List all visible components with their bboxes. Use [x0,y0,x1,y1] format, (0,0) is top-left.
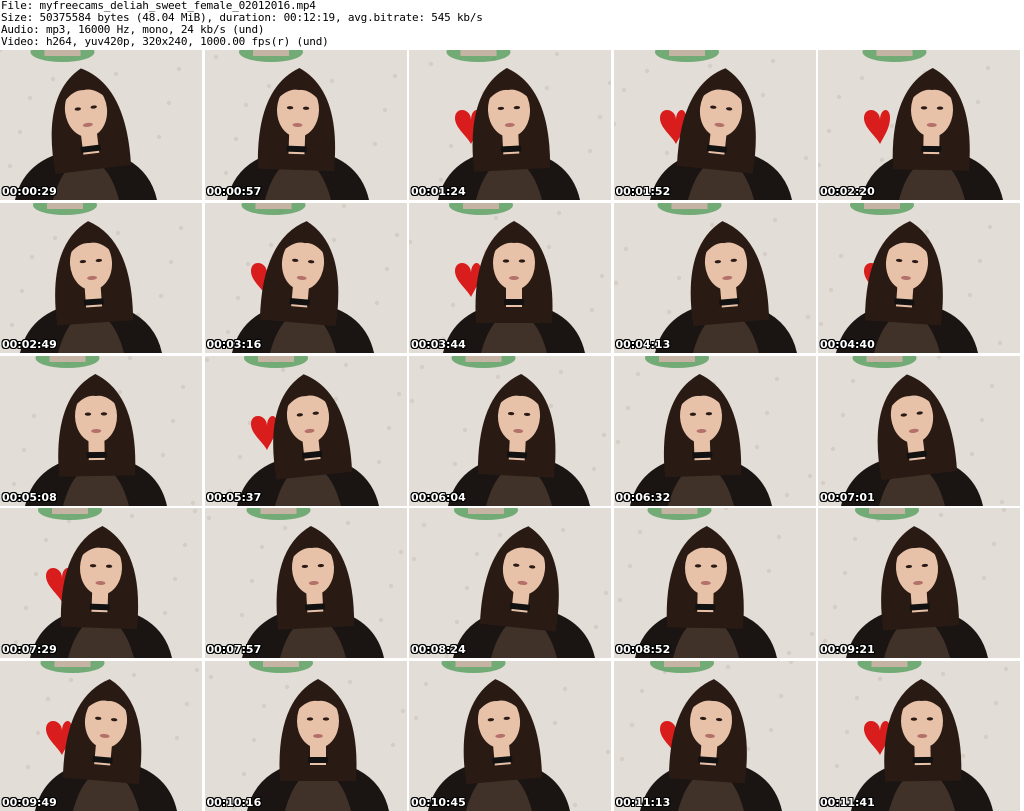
video-thumbnail: 00:06:04 [409,355,611,506]
video-thumbnail: 00:10:16 [204,661,407,811]
video-thumbnail: 00:09:21 [818,508,1020,659]
frame-image [0,508,202,659]
timestamp-label: 00:03:16 [206,337,262,351]
timestamp-label: 00:09:49 [2,796,57,809]
video-thumbnail: 00:08:24 [409,508,611,659]
video-thumbnail: 00:04:40 [818,202,1020,353]
frame-image [409,202,611,353]
frame-image [818,202,1020,353]
timestamp-label: 00:07:29 [2,643,57,657]
timestamp-label: 00:08:24 [411,643,466,657]
timestamp-label: 00:07:57 [206,643,262,657]
timestamp-label: 00:11:41 [820,796,875,809]
video-thumbnail: 00:02:20 [818,50,1020,200]
video-thumbnail: 00:10:45 [409,661,611,811]
video-thumbnail: 00:08:52 [613,508,816,659]
timestamp-label: 00:01:24 [411,185,466,198]
frame-image [818,355,1020,506]
timestamp-label: 00:05:08 [2,490,57,504]
video-thumbnail: 00:01:52 [613,50,816,200]
video-thumbnail: 00:00:29 [0,50,202,200]
video-thumbnail: 00:03:44 [409,202,611,353]
timestamp-label: 00:10:16 [206,796,262,809]
frame-image [204,508,407,659]
video-thumbnail: 00:09:49 [0,661,202,811]
frame-image [613,661,816,811]
video-thumbnail: 00:05:37 [204,355,407,506]
timestamp-label: 00:04:40 [820,337,875,351]
video-thumbnail: 00:01:24 [409,50,611,200]
frame-image [204,50,407,200]
timestamp-label: 00:00:29 [2,185,57,198]
timestamp-label: 00:05:37 [206,490,262,504]
frame-image [409,661,611,811]
frame-image [409,508,611,659]
video-info-line: Video: h264, yuv420p, 320x240, 1000.00 f… [1,35,329,48]
video-thumbnail: 00:11:41 [818,661,1020,811]
video-thumbnail: 00:11:13 [613,661,816,811]
frame-image [613,202,816,353]
video-thumbnail: 00:06:32 [613,355,816,506]
frame-image [613,50,816,200]
video-thumbnail: 00:07:29 [0,508,202,659]
timestamp-label: 00:03:44 [411,337,466,351]
timestamp-label: 00:01:52 [615,185,671,198]
frame-image [613,508,816,659]
frame-image [0,355,202,506]
frame-image [204,661,407,811]
frame-image [0,661,202,811]
video-thumbnail: 00:03:16 [204,202,407,353]
frame-image [0,202,202,353]
video-thumbnail: 00:07:57 [204,508,407,659]
frame-image [204,355,407,506]
frame-image [0,50,202,200]
timestamp-label: 00:04:13 [615,337,671,351]
frame-image [204,202,407,353]
file-info-header: File: myfreecams_deliah_sweet_female_020… [0,0,1024,50]
frame-image [818,661,1020,811]
video-thumbnail: 00:07:01 [818,355,1020,506]
timestamp-label: 00:11:13 [615,796,671,809]
frame-image [613,355,816,506]
timestamp-label: 00:02:49 [2,337,57,351]
frame-image [818,508,1020,659]
video-thumbnail: 00:02:49 [0,202,202,353]
timestamp-label: 00:06:32 [615,490,671,504]
timestamp-label: 00:02:20 [820,185,875,198]
timestamp-label: 00:07:01 [820,490,875,504]
frame-image [409,50,611,200]
timestamp-label: 00:09:21 [820,643,875,657]
video-thumbnail: 00:04:13 [613,202,816,353]
timestamp-label: 00:00:57 [206,185,262,198]
timestamp-label: 00:06:04 [411,490,466,504]
video-thumbnail: 00:05:08 [0,355,202,506]
frame-image [818,50,1020,200]
timestamp-label: 00:10:45 [411,796,466,809]
frame-image [409,355,611,506]
video-thumbnail: 00:00:57 [204,50,407,200]
timestamp-label: 00:08:52 [615,643,671,657]
thumbnail-grid: 00:00:29 00:00:57 00:01:24 00:01:52 00:02:20… [0,50,1024,811]
